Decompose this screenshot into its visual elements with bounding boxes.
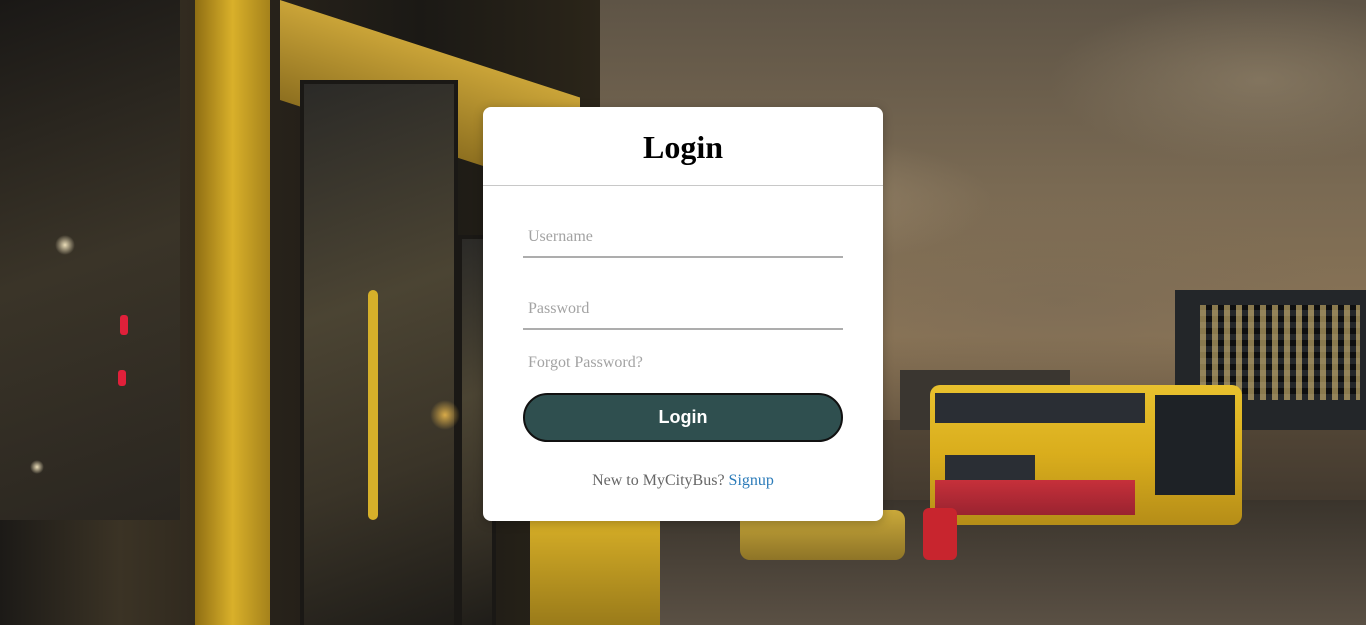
bus-right-upper-windows (935, 393, 1145, 423)
red-light-1 (120, 315, 128, 335)
signup-link[interactable]: Signup (729, 472, 774, 489)
signup-prompt-text: New to MyCityBus? (592, 472, 725, 489)
bus-side-panel (530, 520, 660, 625)
password-input[interactable] (523, 290, 843, 328)
title-divider (483, 185, 883, 186)
red-light-2 (118, 370, 126, 386)
bus-left-window (0, 0, 180, 520)
username-field (523, 218, 843, 258)
light-1 (55, 235, 75, 255)
bus-frame-pillar (195, 0, 270, 625)
light-3 (430, 400, 460, 430)
forgot-password-link[interactable]: Forgot Password? (528, 354, 643, 372)
password-field (523, 290, 843, 330)
login-title: Login (642, 129, 724, 165)
username-input[interactable] (523, 218, 843, 256)
bus-door-window (300, 80, 458, 625)
bus-right-red-panel (935, 480, 1135, 515)
signup-prompt-line: New to MyCityBus? Signup (483, 472, 883, 490)
light-2 (30, 460, 44, 474)
red-bin (923, 508, 957, 560)
login-card: Login Forgot Password? Login New to MyCi… (483, 107, 883, 521)
login-button[interactable]: Login (523, 393, 843, 442)
bus-right-front-window (1155, 395, 1235, 495)
bus-handrail (368, 290, 378, 520)
